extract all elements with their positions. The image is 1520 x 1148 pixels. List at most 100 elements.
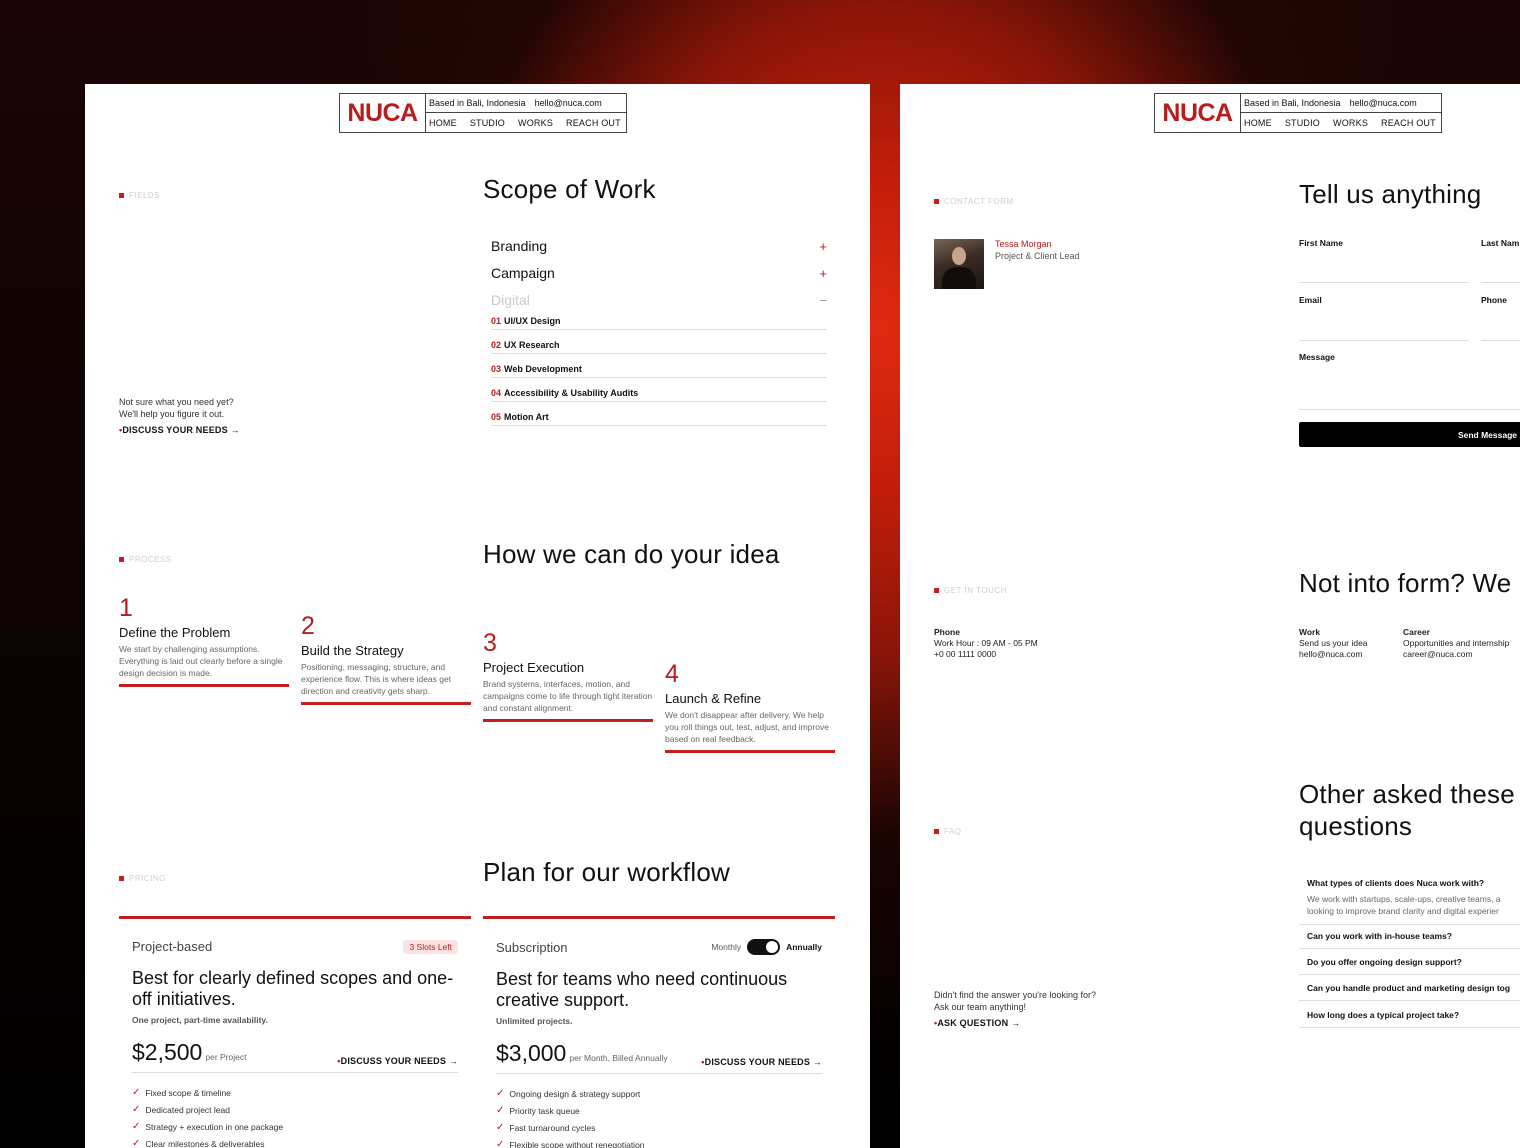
- slots-badge: 3 Slots Left: [403, 939, 458, 954]
- contact-person: Tessa Morgan Project & Client Lead: [934, 239, 1080, 289]
- accordion-branding[interactable]: Branding +: [491, 238, 827, 254]
- plan-title: Best for teams who need continuous creat…: [496, 969, 788, 1010]
- feature-item: ✓ Flexible scope without renegotiation: [496, 1139, 645, 1148]
- check-icon: ✓: [496, 1122, 505, 1133]
- nav-studio[interactable]: STUDIO: [470, 118, 505, 128]
- faq-item-1[interactable]: What types of clients does Nuca work wit…: [1299, 871, 1520, 925]
- message-input[interactable]: [1299, 409, 1520, 410]
- plus-icon: +: [819, 238, 827, 254]
- sub-item-web-dev[interactable]: 03 Web Development: [491, 364, 827, 378]
- location-text: Based in Bali, Indonesia: [1244, 98, 1341, 108]
- plan-price-row: $2,500 per Project •DISCUSS YOUR NEEDS →: [132, 1039, 458, 1073]
- work-info: Work Send us your idea hello@nuca.com: [1299, 627, 1368, 660]
- plan-card-project: Project-based 3 Slots Left Best for clea…: [119, 916, 471, 1148]
- process-title: How we can do your idea: [483, 539, 780, 569]
- plan-features: ✓ Ongoing design & strategy support ✓ Prio…: [483, 1074, 835, 1148]
- faq-item-4[interactable]: Can you handle product and marketing des…: [1299, 976, 1520, 1001]
- send-message-button[interactable]: Send Message: [1299, 422, 1520, 447]
- process-step-2: 2 Build the Strategy Positioning, messag…: [301, 614, 471, 705]
- sub-item-ux-research[interactable]: 02 UX Research: [491, 340, 827, 354]
- first-name-input[interactable]: [1299, 282, 1469, 283]
- check-icon: ✓: [132, 1121, 141, 1132]
- pricing-title: Plan for our workflow: [483, 857, 730, 887]
- feature-item: ✓ Fast turnaround cycles: [496, 1122, 596, 1133]
- check-icon: ✓: [496, 1105, 505, 1116]
- plan-type: Subscription: [496, 939, 568, 955]
- plan-features: ✓ Fixed scope & timeline ✓ Dedicated proje…: [119, 1073, 471, 1148]
- plan-title: Best for clearly defined scopes and one-…: [132, 968, 454, 1009]
- minus-icon: −: [819, 292, 827, 308]
- header-nav: NUCA Based in Bali, Indonesia hello@nuca…: [339, 93, 627, 133]
- section-label-faq: FAQ: [934, 827, 962, 836]
- process-step-4: 4 Launch & Refine We don't disappear aft…: [665, 662, 835, 753]
- section-label-process: PROCESS: [119, 555, 172, 564]
- step-bar: [483, 719, 653, 722]
- work-email-link[interactable]: hello@nuca.com: [1299, 649, 1368, 660]
- plan-subtitle: One project, part-time availability.: [132, 1015, 268, 1025]
- plan-discuss-link[interactable]: •DISCUSS YOUR NEEDS →: [337, 1056, 458, 1066]
- phone-label: Phone: [1481, 295, 1507, 305]
- discuss-needs-link[interactable]: •DISCUSS YOUR NEEDS →: [119, 424, 240, 436]
- faq-title: Other asked these questions: [1299, 779, 1515, 841]
- sub-item-motion[interactable]: 05 Motion Art: [491, 412, 827, 426]
- nav-reach-out[interactable]: REACH OUT: [1381, 118, 1436, 128]
- ask-question-link[interactable]: •ASK QUESTION →: [934, 1017, 1096, 1029]
- first-name-label: First Name: [1299, 238, 1343, 248]
- sub-item-accessibility[interactable]: 04 Accessibility & Usability Audits: [491, 388, 827, 402]
- plan-card-subscription: Subscription Monthly Annually Best for t…: [483, 916, 835, 1148]
- faq-item-5[interactable]: How long does a typical project take?: [1299, 1003, 1520, 1028]
- message-label: Message: [1299, 352, 1335, 362]
- square-bullet-icon: [119, 193, 124, 198]
- avatar: [934, 239, 984, 289]
- accordion-campaign[interactable]: Campaign +: [491, 265, 827, 281]
- phone-number[interactable]: +0 00 1111 0000: [934, 649, 1038, 660]
- plan-subtitle: Unlimited projects.: [496, 1016, 573, 1026]
- feature-item: ✓ Clear milestones & deliverables: [132, 1138, 265, 1148]
- plan-price-row: $3,000 per Month, Billed Annually •DISCUS…: [496, 1040, 822, 1074]
- check-icon: ✓: [496, 1088, 505, 1099]
- nav-reach-out[interactable]: REACH OUT: [566, 118, 621, 128]
- email-link[interactable]: hello@nuca.com: [535, 98, 602, 108]
- email-link[interactable]: hello@nuca.com: [1350, 98, 1417, 108]
- last-name-input[interactable]: [1481, 282, 1520, 283]
- career-info: Career Opportunities and internship care…: [1403, 627, 1510, 660]
- faq-note: Didn't find the answer you're looking fo…: [934, 990, 1097, 1029]
- nav-works[interactable]: WORKS: [1333, 118, 1368, 128]
- billing-toggle: Monthly Annually: [711, 939, 822, 955]
- email-input[interactable]: [1299, 340, 1469, 341]
- feature-item: ✓ Dedicated project lead: [132, 1104, 230, 1115]
- billing-switch[interactable]: [747, 939, 781, 955]
- square-bullet-icon: [119, 876, 124, 881]
- feature-item: ✓ Ongoing design & strategy support: [496, 1088, 641, 1099]
- last-name-label: Last Nam: [1481, 238, 1520, 248]
- faq-item-2[interactable]: Can you work with in-house teams?: [1299, 924, 1520, 949]
- process-step-3: 3 Project Execution Brand systems, inter…: [483, 631, 653, 722]
- logo[interactable]: NUCA: [1155, 94, 1241, 132]
- sub-item-uiux[interactable]: 01 UI/UX Design: [491, 316, 827, 330]
- section-label-touch: GET IN TOUCH: [934, 586, 1007, 595]
- person-name: Tessa Morgan: [995, 239, 1052, 249]
- career-email-link[interactable]: career@nuca.com: [1403, 649, 1509, 660]
- location-text: Based in Bali, Indonesia: [429, 98, 526, 108]
- square-bullet-icon: [934, 829, 939, 834]
- arrow-right-icon: →: [448, 1056, 458, 1066]
- nav-home[interactable]: HOME: [429, 118, 457, 128]
- section-label-contact: CONTACT FORM: [934, 197, 1014, 206]
- nav-works[interactable]: WORKS: [518, 118, 553, 128]
- accordion-digital[interactable]: Digital −: [491, 292, 827, 308]
- nav-studio[interactable]: STUDIO: [1285, 118, 1320, 128]
- plan-type: Project-based: [132, 939, 213, 954]
- panel-services: NUCA Based in Bali, Indonesia hello@nuca…: [85, 84, 870, 1148]
- plus-icon: +: [819, 265, 827, 281]
- phone-input[interactable]: [1481, 340, 1520, 341]
- square-bullet-icon: [119, 557, 124, 562]
- logo[interactable]: NUCA: [340, 94, 426, 132]
- page: { "nav": { "logo": "NUCA", "location": "…: [0, 0, 1520, 1148]
- check-icon: ✓: [132, 1138, 141, 1148]
- arrow-right-icon: →: [812, 1057, 822, 1067]
- faq-item-3[interactable]: Do you offer ongoing design support?: [1299, 950, 1520, 975]
- square-bullet-icon: [934, 199, 939, 204]
- nav-home[interactable]: HOME: [1244, 118, 1272, 128]
- feature-item: ✓ Priority task queue: [496, 1105, 580, 1116]
- plan-discuss-link[interactable]: •DISCUSS YOUR NEEDS →: [701, 1057, 822, 1067]
